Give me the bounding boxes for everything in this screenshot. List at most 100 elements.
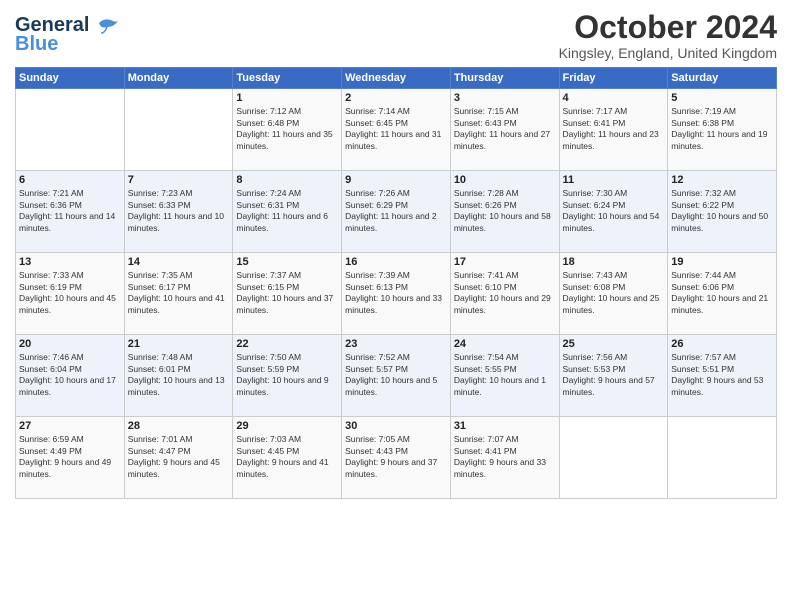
day-number: 10 xyxy=(454,174,556,186)
day-info: Sunrise: 7:28 AM Sunset: 6:26 PM Dayligh… xyxy=(454,188,556,234)
table-row: 24Sunrise: 7:54 AM Sunset: 5:55 PM Dayli… xyxy=(450,335,559,417)
title-section: October 2024 Kingsley, England, United K… xyxy=(559,10,777,61)
header: General Blue October 2024 Kingsley, Engl… xyxy=(15,10,777,61)
table-row: 13 Sunrise: 7:33 AM Sunset: 6:19 PM Dayli… xyxy=(16,253,125,335)
table-row: 16Sunrise: 7:39 AM Sunset: 6:13 PM Dayli… xyxy=(342,253,451,335)
day-number: 8 xyxy=(236,174,338,186)
calendar-week-row: 6Sunrise: 7:21 AM Sunset: 6:36 PM Daylig… xyxy=(16,171,777,253)
day-info: Sunrise: 7:52 AM Sunset: 5:57 PM Dayligh… xyxy=(345,352,447,398)
day-number: 11 xyxy=(563,174,665,186)
day-info: Sunrise: 7:14 AM Sunset: 6:45 PM Dayligh… xyxy=(345,106,447,152)
day-info: Sunrise: 7:33 AM Sunset: 6:19 PM Dayligh… xyxy=(19,270,121,316)
col-sunday: Sunday xyxy=(16,68,125,89)
day-info: Sunrise: 7:32 AM Sunset: 6:22 PM Dayligh… xyxy=(671,188,773,234)
day-number: 30 xyxy=(345,420,447,432)
table-row: 17Sunrise: 7:41 AM Sunset: 6:10 PM Dayli… xyxy=(450,253,559,335)
day-number: 15 xyxy=(236,256,338,268)
day-number: 24 xyxy=(454,338,556,350)
table-row: 7 Sunrise: 7:23 AM Sunset: 6:33 PM Daylig… xyxy=(124,171,233,253)
day-number: 13 xyxy=(19,256,121,268)
day-info: Sunrise: 7:15 AM Sunset: 6:43 PM Dayligh… xyxy=(454,106,556,152)
day-number: 23 xyxy=(345,338,447,350)
col-saturday: Saturday xyxy=(668,68,777,89)
table-row: 12 Sunrise: 7:32 AM Sunset: 6:22 PM Dayli… xyxy=(668,171,777,253)
day-number: 31 xyxy=(454,420,556,432)
calendar-week-row: 13 Sunrise: 7:33 AM Sunset: 6:19 PM Dayli… xyxy=(16,253,777,335)
calendar-week-row: 27 Sunrise: 6:59 AM Sunset: 4:49 PM Dayli… xyxy=(16,417,777,499)
calendar-week-row: 20 Sunrise: 7:46 AM Sunset: 6:04 PM Dayli… xyxy=(16,335,777,417)
logo-blue: Blue xyxy=(15,33,58,56)
day-number: 7 xyxy=(128,174,230,186)
day-info: Sunrise: 7:37 AM Sunset: 6:15 PM Dayligh… xyxy=(236,270,338,316)
day-number: 3 xyxy=(454,92,556,104)
day-info: Sunrise: 7:57 AM Sunset: 5:51 PM Dayligh… xyxy=(671,352,773,398)
table-row: 31 Sunrise: 7:07 AM Sunset: 4:41 PM Dayli… xyxy=(450,417,559,499)
day-info: Sunrise: 6:59 AM Sunset: 4:49 PM Dayligh… xyxy=(19,434,121,480)
day-info: Sunrise: 7:48 AM Sunset: 6:01 PM Dayligh… xyxy=(128,352,230,398)
table-row xyxy=(668,417,777,499)
day-info: Sunrise: 7:07 AM Sunset: 4:41 PM Dayligh… xyxy=(454,434,556,480)
day-number: 1 xyxy=(236,92,338,104)
table-row: 25Sunrise: 7:56 AM Sunset: 5:53 PM Dayli… xyxy=(559,335,668,417)
table-row: 9 Sunrise: 7:26 AM Sunset: 6:29 PM Daylig… xyxy=(342,171,451,253)
day-number: 9 xyxy=(345,174,447,186)
day-info: Sunrise: 7:01 AM Sunset: 4:47 PM Dayligh… xyxy=(128,434,230,480)
day-info: Sunrise: 7:30 AM Sunset: 6:24 PM Dayligh… xyxy=(563,188,665,234)
day-number: 18 xyxy=(563,256,665,268)
table-row: 5 Sunrise: 7:19 AM Sunset: 6:38 PM Daylig… xyxy=(668,89,777,171)
day-number: 12 xyxy=(671,174,773,186)
col-tuesday: Tuesday xyxy=(233,68,342,89)
table-row: 19 Sunrise: 7:44 AM Sunset: 6:06 PM Dayli… xyxy=(668,253,777,335)
day-number: 26 xyxy=(671,338,773,350)
month-title: October 2024 xyxy=(559,10,777,45)
day-number: 5 xyxy=(671,92,773,104)
page: General Blue October 2024 Kingsley, Engl… xyxy=(0,0,792,612)
table-row: 1 Sunrise: 7:12 AM Sunset: 6:48 PM Daylig… xyxy=(233,89,342,171)
day-number: 4 xyxy=(563,92,665,104)
table-row: 8 Sunrise: 7:24 AM Sunset: 6:31 PM Daylig… xyxy=(233,171,342,253)
day-info: Sunrise: 7:12 AM Sunset: 6:48 PM Dayligh… xyxy=(236,106,338,152)
table-row: 20 Sunrise: 7:46 AM Sunset: 6:04 PM Dayli… xyxy=(16,335,125,417)
col-monday: Monday xyxy=(124,68,233,89)
day-number: 6 xyxy=(19,174,121,186)
col-wednesday: Wednesday xyxy=(342,68,451,89)
day-info: Sunrise: 7:19 AM Sunset: 6:38 PM Dayligh… xyxy=(671,106,773,152)
table-row: 4 Sunrise: 7:17 AM Sunset: 6:41 PM Daylig… xyxy=(559,89,668,171)
table-row: 6Sunrise: 7:21 AM Sunset: 6:36 PM Daylig… xyxy=(16,171,125,253)
calendar-week-row: 1 Sunrise: 7:12 AM Sunset: 6:48 PM Daylig… xyxy=(16,89,777,171)
day-number: 20 xyxy=(19,338,121,350)
calendar: Sunday Monday Tuesday Wednesday Thursday… xyxy=(15,67,777,499)
table-row: 29Sunrise: 7:03 AM Sunset: 4:45 PM Dayli… xyxy=(233,417,342,499)
table-row: 30 Sunrise: 7:05 AM Sunset: 4:43 PM Dayli… xyxy=(342,417,451,499)
location: Kingsley, England, United Kingdom xyxy=(559,45,777,61)
table-row: 22Sunrise: 7:50 AM Sunset: 5:59 PM Dayli… xyxy=(233,335,342,417)
day-info: Sunrise: 7:17 AM Sunset: 6:41 PM Dayligh… xyxy=(563,106,665,152)
day-info: Sunrise: 7:26 AM Sunset: 6:29 PM Dayligh… xyxy=(345,188,447,234)
table-row xyxy=(559,417,668,499)
day-info: Sunrise: 7:46 AM Sunset: 6:04 PM Dayligh… xyxy=(19,352,121,398)
day-number: 16 xyxy=(345,256,447,268)
table-row: 3 Sunrise: 7:15 AM Sunset: 6:43 PM Daylig… xyxy=(450,89,559,171)
day-number: 2 xyxy=(345,92,447,104)
table-row: 21Sunrise: 7:48 AM Sunset: 6:01 PM Dayli… xyxy=(124,335,233,417)
day-number: 14 xyxy=(128,256,230,268)
day-number: 25 xyxy=(563,338,665,350)
table-row xyxy=(124,89,233,171)
table-row: 2 Sunrise: 7:14 AM Sunset: 6:45 PM Daylig… xyxy=(342,89,451,171)
table-row: 15 Sunrise: 7:37 AM Sunset: 6:15 PM Dayli… xyxy=(233,253,342,335)
table-row: 10 Sunrise: 7:28 AM Sunset: 6:26 PM Dayli… xyxy=(450,171,559,253)
table-row: 26 Sunrise: 7:57 AM Sunset: 5:51 PM Dayli… xyxy=(668,335,777,417)
day-number: 27 xyxy=(19,420,121,432)
day-info: Sunrise: 7:24 AM Sunset: 6:31 PM Dayligh… xyxy=(236,188,338,234)
day-info: Sunrise: 7:05 AM Sunset: 4:43 PM Dayligh… xyxy=(345,434,447,480)
col-thursday: Thursday xyxy=(450,68,559,89)
col-friday: Friday xyxy=(559,68,668,89)
day-number: 29 xyxy=(236,420,338,432)
day-number: 19 xyxy=(671,256,773,268)
day-number: 17 xyxy=(454,256,556,268)
table-row: 23 Sunrise: 7:52 AM Sunset: 5:57 PM Dayli… xyxy=(342,335,451,417)
table-row: 14Sunrise: 7:35 AM Sunset: 6:17 PM Dayli… xyxy=(124,253,233,335)
table-row xyxy=(16,89,125,171)
day-info: Sunrise: 7:23 AM Sunset: 6:33 PM Dayligh… xyxy=(128,188,230,234)
day-info: Sunrise: 7:44 AM Sunset: 6:06 PM Dayligh… xyxy=(671,270,773,316)
